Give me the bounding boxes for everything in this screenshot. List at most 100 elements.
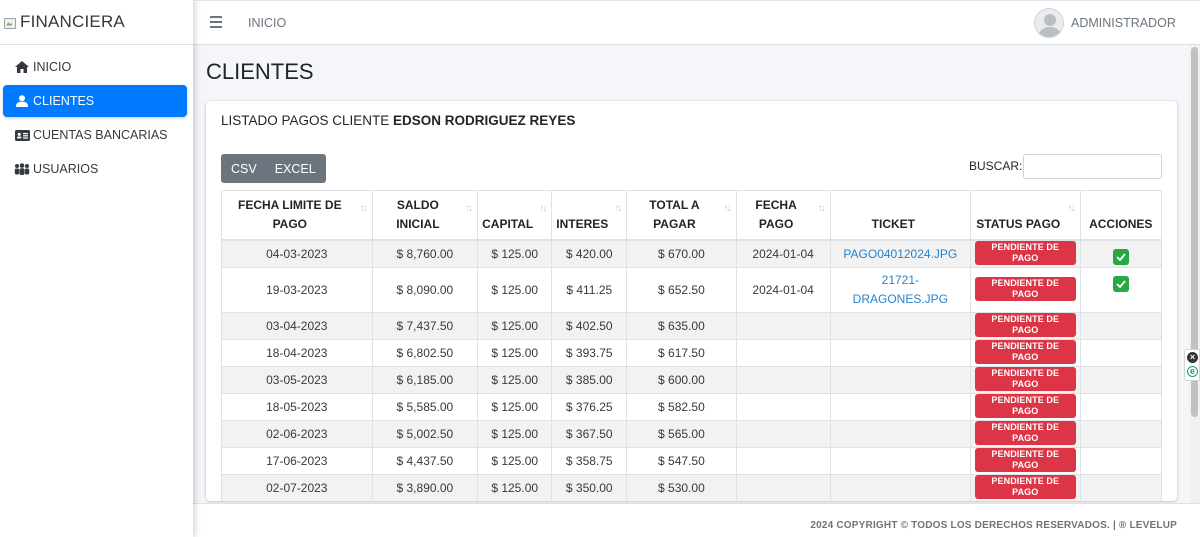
cell-capital: $ 125.00: [477, 312, 553, 340]
column-header-interes[interactable]: INTERES ↑↓: [551, 190, 628, 241]
column-header-total-pagar[interactable]: TOTAL A PAGAR ↑↓: [626, 190, 737, 241]
column-header-ticket: TICKET: [829, 190, 972, 241]
status-badge: PENDIENTE DE PAGO: [975, 241, 1076, 265]
cell-saldo-inicial: $ 6,802.50: [371, 339, 479, 367]
cell-total-pagar: $ 617.50: [626, 339, 737, 367]
column-header-status-pago[interactable]: STATUS PAGO ↑↓: [970, 190, 1081, 241]
card-title-prefix: LISTADO PAGOS CLIENTE: [221, 113, 394, 128]
brand-link[interactable]: FINANCIERA: [0, 0, 193, 45]
cell-fecha-limite: 17-06-2023: [221, 447, 373, 475]
close-icon[interactable]: ×: [1187, 352, 1198, 363]
copyright-text: 2024 COPYRIGHT © TODOS LOS DERECHOS RESE…: [810, 520, 1177, 531]
column-header-saldo-inicial[interactable]: SALDO INICIAL ↑↓: [371, 190, 479, 241]
top-nav-inicio-link[interactable]: INICIO: [248, 16, 286, 30]
cell-capital: $ 125.00: [477, 474, 553, 501]
cell-capital: $ 125.00: [477, 239, 553, 268]
excel-button[interactable]: EXCEL: [267, 154, 326, 183]
menu-toggle-icon[interactable]: [210, 16, 222, 28]
sidebar: FINANCIERA INICIO CLIENTES CUENTAS BANCA…: [0, 0, 193, 537]
cell-status-pago: PENDIENTE DE PAGO: [970, 474, 1081, 501]
cell-ticket: [829, 393, 972, 421]
broken-image-icon: [3, 16, 16, 29]
sort-icon: ↑↓: [465, 203, 473, 214]
cell-saldo-inicial: $ 7,437.50: [371, 312, 479, 340]
cell-ticket: [829, 339, 972, 367]
status-badge: PENDIENTE DE PAGO: [975, 277, 1076, 301]
cell-total-pagar: $ 600.00: [626, 366, 737, 394]
sidebar-item-usuarios[interactable]: USUARIOS: [3, 153, 187, 185]
cell-acciones: [1079, 366, 1163, 394]
cell-interes: $ 411.25: [551, 267, 628, 313]
user-name[interactable]: ADMINISTRADOR: [1071, 16, 1176, 30]
cell-acciones: [1079, 312, 1163, 340]
avatar[interactable]: [1034, 8, 1064, 38]
client-name: EDSON RODRIGUEZ REYES: [393, 113, 576, 128]
cell-fecha-pago: [735, 366, 831, 394]
cell-saldo-inicial: $ 3,890.00: [371, 474, 479, 501]
payments-card: LISTADO PAGOS CLIENTE EDSON RODRIGUEZ RE…: [206, 101, 1177, 501]
sort-icon: ↑↓: [614, 203, 622, 214]
card-title: LISTADO PAGOS CLIENTE EDSON RODRIGUEZ RE…: [221, 113, 575, 128]
sidebar-item-cuentas-bancarias[interactable]: CUENTAS BANCARIAS: [3, 119, 187, 151]
cell-acciones: [1079, 474, 1163, 501]
ticket-link[interactable]: 21721-DRAGONES.JPG: [829, 267, 972, 313]
cell-interes: $ 350.00: [551, 474, 628, 501]
extension-e-icon[interactable]: e: [1187, 366, 1198, 377]
approve-check-icon[interactable]: [1112, 248, 1129, 265]
sidebar-item-inicio[interactable]: INICIO: [3, 51, 187, 83]
table-row: 03-05-2023 $ 6,185.00 $ 125.00 $ 385.00 $ 60…: [221, 366, 1163, 394]
cell-fecha-pago: 2024-01-04: [735, 267, 831, 313]
page-scrollbar[interactable]: [1189, 45, 1200, 503]
status-badge: PENDIENTE DE PAGO: [975, 313, 1076, 337]
cell-status-pago: PENDIENTE DE PAGO: [970, 393, 1081, 421]
cell-fecha-limite: 04-03-2023: [221, 239, 373, 268]
cell-fecha-pago: [735, 339, 831, 367]
column-header-capital[interactable]: CAPITAL ↑↓: [477, 190, 553, 241]
cell-capital: $ 125.00: [477, 393, 553, 421]
footer: 2024 COPYRIGHT © TODOS LOS DERECHOS RESE…: [193, 503, 1200, 537]
sidebar-item-label: CLIENTES: [33, 94, 95, 108]
search-input[interactable]: [1023, 154, 1162, 179]
cell-acciones: [1079, 420, 1163, 448]
sidebar-item-clientes[interactable]: CLIENTES: [3, 85, 187, 117]
cell-saldo-inicial: $ 6,185.00: [371, 366, 479, 394]
cell-fecha-pago: 2024-01-04: [735, 239, 831, 268]
id-card-icon: [14, 128, 30, 142]
cell-total-pagar: $ 635.00: [626, 312, 737, 340]
cell-fecha-pago: [735, 393, 831, 421]
cell-acciones: [1079, 447, 1163, 475]
cell-status-pago: PENDIENTE DE PAGO: [970, 267, 1081, 313]
cell-ticket: [829, 366, 972, 394]
approve-check-icon[interactable]: [1112, 275, 1129, 292]
ticket-link[interactable]: PAGO04012024.JPG: [829, 239, 972, 268]
cell-ticket: [829, 312, 972, 340]
extension-widget: × e: [1184, 349, 1200, 381]
cell-status-pago: PENDIENTE DE PAGO: [970, 339, 1081, 367]
sidebar-item-label: CUENTAS BANCARIAS: [33, 128, 168, 142]
cell-total-pagar: $ 670.00: [626, 239, 737, 268]
status-badge: PENDIENTE DE PAGO: [975, 367, 1076, 391]
cell-total-pagar: $ 565.00: [626, 420, 737, 448]
cell-status-pago: PENDIENTE DE PAGO: [970, 239, 1081, 268]
csv-button[interactable]: CSV: [221, 154, 267, 183]
sidebar-item-label: INICIO: [33, 60, 72, 74]
cell-fecha-pago: [735, 447, 831, 475]
table-row: 17-06-2023 $ 4,437.50 $ 125.00 $ 358.75 $ 54…: [221, 447, 1163, 475]
table-body: 04-03-2023 $ 8,760.00 $ 125.00 $ 420.00 $ 67…: [221, 239, 1163, 501]
home-icon: [14, 60, 30, 74]
cell-fecha-limite: 02-07-2023: [221, 474, 373, 501]
cell-total-pagar: $ 582.50: [626, 393, 737, 421]
cell-fecha-limite: 03-04-2023: [221, 312, 373, 340]
table-row: 04-03-2023 $ 8,760.00 $ 125.00 $ 420.00 $ 67…: [221, 239, 1163, 268]
search-label: BUSCAR:: [969, 159, 1023, 173]
cell-status-pago: PENDIENTE DE PAGO: [970, 312, 1081, 340]
cell-ticket: [829, 447, 972, 475]
column-header-fecha-limite[interactable]: FECHA LIMITE DE PAGO ↑↓: [221, 190, 373, 241]
cell-saldo-inicial: $ 8,760.00: [371, 239, 479, 268]
users-icon: [14, 162, 30, 176]
cell-total-pagar: $ 547.50: [626, 447, 737, 475]
column-header-fecha-pago[interactable]: FECHA PAGO ↑↓: [735, 190, 831, 241]
page-title: CLIENTES: [206, 59, 314, 84]
cell-fecha-pago: [735, 312, 831, 340]
cell-fecha-limite: 03-05-2023: [221, 366, 373, 394]
